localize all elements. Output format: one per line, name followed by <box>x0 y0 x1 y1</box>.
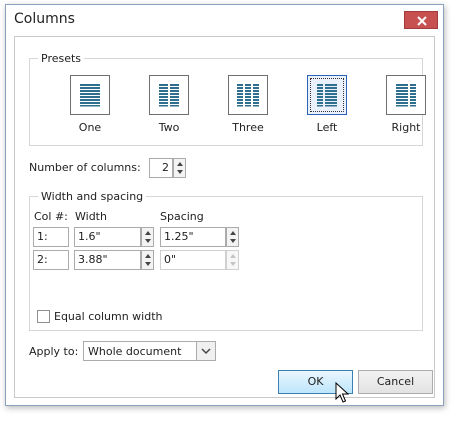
preset-right-button[interactable] <box>386 75 426 115</box>
chevron-down-icon <box>201 348 211 355</box>
width-spinner-col-1[interactable] <box>141 227 154 247</box>
width-spacing-group-label: Width and spacing <box>38 190 147 203</box>
preset-two-label: Two <box>158 121 180 134</box>
preset-two-button[interactable] <box>149 75 189 115</box>
spacing-input-col-1[interactable]: 1.25" <box>160 227 226 247</box>
width-input-col-2[interactable]: 3.88" <box>74 250 141 270</box>
spin-arrows-icon <box>230 231 236 243</box>
spin-arrows-icon <box>177 162 183 174</box>
number-of-columns-spinner[interactable] <box>173 158 186 178</box>
spacing-input-col-2: 0" <box>160 250 226 270</box>
preset-left-label: Left <box>316 121 338 134</box>
apply-to-label: Apply to: <box>29 345 79 358</box>
spin-arrows-icon <box>145 254 151 266</box>
spacing-spinner-col-2 <box>226 250 239 270</box>
spacing-spinner-col-1[interactable] <box>226 227 239 247</box>
dialog-title: Columns <box>14 11 75 27</box>
mouse-pointer-icon <box>335 382 349 403</box>
width-spacing-group: Width and spacing Col #: Width Spacing 1… <box>29 190 423 331</box>
equal-column-width-label: Equal column width <box>54 310 163 323</box>
preset-one-label: One <box>78 121 102 134</box>
dialog-body: Presets One Two Three Left Right Number … <box>14 36 435 403</box>
spin-arrows-icon <box>145 231 151 243</box>
width-spinner-col-2[interactable] <box>141 250 154 270</box>
col-number-header: Col #: <box>34 210 68 223</box>
cancel-button[interactable]: Cancel <box>358 370 433 394</box>
apply-to-value: Whole document <box>88 345 182 358</box>
columns-dialog: Columns Presets One Two Three Left Right… <box>5 4 444 406</box>
apply-to-dropdown[interactable]: Whole document <box>83 341 216 361</box>
number-of-columns-input[interactable]: 2 <box>149 158 173 178</box>
spacing-header: Spacing <box>160 210 204 223</box>
equal-column-width-checkbox[interactable] <box>37 310 50 323</box>
preset-three-label: Three <box>232 121 264 134</box>
width-input-col-1[interactable]: 1.6" <box>74 227 141 247</box>
spin-arrows-icon <box>230 254 236 266</box>
col-number-cell: 2: <box>33 250 69 270</box>
right-columns-icon <box>396 84 416 107</box>
preset-three-button[interactable] <box>228 75 268 115</box>
presets-group-label: Presets <box>38 52 85 65</box>
one-column-icon <box>80 84 100 107</box>
close-icon <box>417 16 427 26</box>
apply-to-dropdown-button[interactable] <box>196 342 215 360</box>
two-columns-icon <box>159 84 179 107</box>
close-button[interactable] <box>404 11 438 29</box>
preset-right-label: Right <box>391 121 421 134</box>
preset-left-button[interactable] <box>307 75 347 115</box>
left-columns-icon <box>317 84 337 107</box>
three-columns-icon <box>237 84 259 107</box>
presets-group: Presets One Two Three Left Right <box>29 52 426 146</box>
preset-one-button[interactable] <box>70 75 110 115</box>
width-header: Width <box>75 210 107 223</box>
title-bar: Columns <box>6 5 443 35</box>
col-number-cell: 1: <box>33 227 69 247</box>
number-of-columns-label: Number of columns: <box>29 161 141 174</box>
